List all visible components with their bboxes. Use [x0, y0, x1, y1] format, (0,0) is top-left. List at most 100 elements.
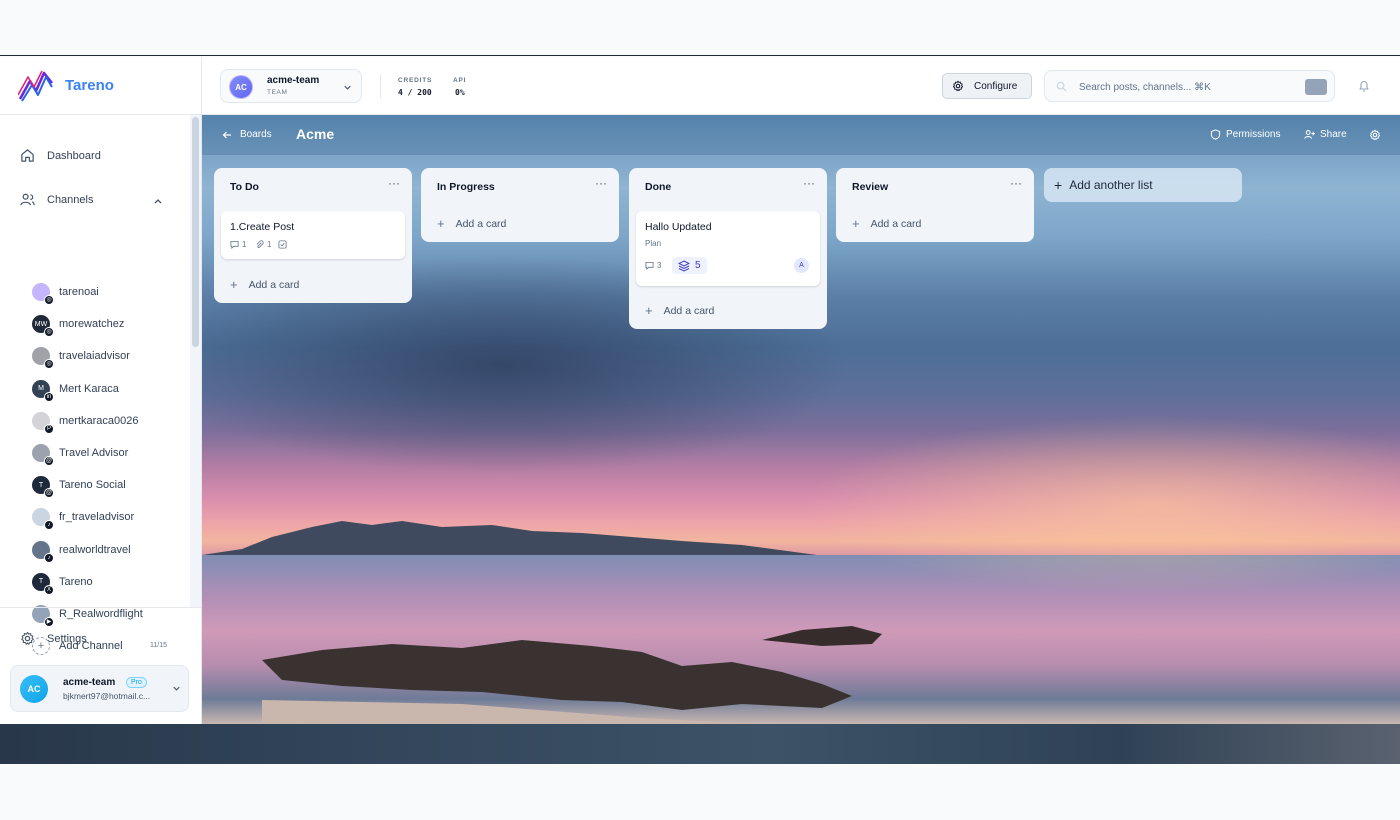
- back-label: Boards: [240, 129, 272, 140]
- channel-item[interactable]: MW ◎ morewatchez: [32, 314, 125, 338]
- sidebar-item-label: Channels: [47, 193, 94, 206]
- comment-count-value: 1: [242, 240, 247, 249]
- sidebar-item-channels[interactable]: Channels: [20, 192, 93, 207]
- permissions-button[interactable]: Permissions: [1210, 129, 1280, 140]
- channel-item[interactable]: T X Tareno: [32, 572, 93, 595]
- background-rocks: [262, 626, 882, 724]
- user-plus-icon: [1304, 130, 1315, 139]
- channel-name: Tareno: [59, 575, 93, 588]
- users-icon: [20, 193, 35, 206]
- brand-name: Tareno: [65, 77, 114, 94]
- share-button[interactable]: Share: [1304, 129, 1347, 140]
- channel-item[interactable]: Pmertkaraca0026: [32, 411, 139, 434]
- add-card-label: Add a card: [663, 304, 715, 317]
- channel-name: Tareno Social: [59, 479, 126, 492]
- list-menu-button[interactable]: ···: [388, 176, 400, 190]
- team-switcher[interactable]: AC acme-team TEAM: [220, 69, 362, 103]
- channel-avatar: ♪: [32, 508, 54, 531]
- channel-name: tarenoai: [59, 286, 99, 298]
- layers-count-value: 5: [695, 260, 701, 271]
- channel-item[interactable]: ◎ travelaiadvisor: [32, 346, 130, 370]
- search-input[interactable]: [1079, 79, 1289, 95]
- list-title: In Progress: [437, 181, 495, 193]
- channel-item[interactable]: ♪ realworldtravel: [32, 540, 131, 563]
- bell-icon[interactable]: [1358, 79, 1370, 92]
- channel-item[interactable]: @ Travel Advisor: [32, 443, 129, 466]
- user-account-card[interactable]: AC acme-team Pro bjkmert97@hotmail.c...: [10, 665, 189, 712]
- board-settings-gear-icon[interactable]: [1369, 129, 1381, 141]
- list-title: Done: [645, 181, 672, 193]
- gear-icon: [21, 631, 34, 645]
- chevron-up-icon[interactable]: [152, 195, 164, 207]
- api-value: 0%: [455, 88, 465, 97]
- list-to-do: To Do ··· 1.Create Post 1 1 + Add a card: [214, 168, 412, 303]
- paperclip-icon: [256, 240, 264, 248]
- comment-icon: [230, 240, 239, 249]
- channel-avatar: ◎: [32, 347, 54, 370]
- list-menu-button[interactable]: ···: [595, 176, 607, 190]
- list-menu-button[interactable]: ···: [803, 176, 815, 190]
- sidebar-scrollbar-thumb[interactable]: [192, 117, 199, 347]
- card-title: 1.Create Post: [230, 221, 295, 233]
- channel-item[interactable]: ♪ fr_traveladvisor: [32, 507, 134, 531]
- add-list-button[interactable]: + Add another list: [1044, 168, 1242, 202]
- channel-name: mertkaraca0026: [59, 414, 139, 427]
- channel-item[interactable]: ◎ tarenoai: [32, 282, 99, 305]
- add-card-button[interactable]: + Add a card: [230, 277, 299, 292]
- assignee-avatar[interactable]: A: [794, 258, 809, 273]
- sidebar: Tareno Dashboard Channels ◎ tarenoai MW ◎ mo…: [0, 57, 202, 724]
- plus-icon: +: [645, 303, 653, 318]
- app-window: Tareno Dashboard Channels ◎ tarenoai MW ◎ mo…: [0, 57, 1400, 724]
- layers-icon: [678, 259, 690, 272]
- threads-icon: @: [44, 456, 54, 466]
- channel-avatar: T @: [32, 476, 54, 499]
- comment-icon: [645, 261, 654, 270]
- channel-item[interactable]: T @ Tareno Social: [32, 475, 126, 499]
- add-card-button[interactable]: + Add a card: [437, 216, 506, 231]
- card-title: Hallo Updated: [645, 221, 712, 233]
- channel-avatar: TX: [32, 572, 54, 595]
- shortcut-key-badge: [1305, 79, 1327, 95]
- channel-name: morewatchez: [59, 318, 125, 331]
- permissions-label: Permissions: [1226, 129, 1281, 140]
- add-card-button[interactable]: + Add a card: [645, 303, 714, 318]
- instagram-icon: ◎: [44, 295, 54, 305]
- share-label: Share: [1320, 129, 1347, 140]
- plus-icon: +: [1054, 177, 1063, 193]
- instagram-icon: ◎: [44, 327, 54, 338]
- search-box[interactable]: [1044, 70, 1335, 102]
- tiktok-icon: ♪: [44, 552, 54, 563]
- card-hallo-updated[interactable]: Hallo Updated Plan 3 5 A: [636, 211, 820, 286]
- list-in-progress: In Progress ··· + Add a card: [421, 168, 619, 242]
- channel-name: realworldtravel: [59, 543, 131, 556]
- attachment-count: 1: [255, 240, 271, 249]
- channel-avatar: P: [32, 411, 54, 434]
- comment-count-value: 3: [657, 261, 662, 270]
- channel-item[interactable]: Min Mert Karaca: [32, 379, 119, 402]
- shield-icon: [1210, 129, 1221, 140]
- sidebar-item-dashboard[interactable]: Dashboard: [20, 148, 101, 163]
- sidebar-scroll-area: Dashboard Channels ◎ tarenoai MW ◎ morewatch…: [0, 115, 202, 655]
- comment-count: 3: [645, 261, 661, 270]
- checklist-indicator: [278, 240, 290, 249]
- channel-avatar: MW ◎: [32, 315, 54, 338]
- arrow-left-icon: [222, 131, 231, 138]
- card-create-post[interactable]: 1.Create Post 1 1: [221, 211, 405, 259]
- list-title: To Do: [230, 181, 259, 193]
- pinterest-icon: P: [44, 423, 54, 434]
- sidebar-footer: Settings AC acme-team Pro bjkmert97@hotm…: [0, 607, 202, 724]
- sidebar-item-settings[interactable]: Settings: [20, 631, 87, 646]
- channel-name: Travel Advisor: [59, 447, 129, 459]
- add-card-button[interactable]: + Add a card: [852, 216, 921, 231]
- list-menu-button[interactable]: ···: [1010, 176, 1022, 190]
- add-card-label: Add a card: [455, 217, 507, 230]
- back-to-boards-link[interactable]: Boards: [222, 129, 272, 140]
- gear-icon: [952, 80, 964, 92]
- brand[interactable]: Tareno: [0, 57, 201, 115]
- sidebar-item-label: Dashboard: [47, 149, 101, 162]
- configure-label: Configure: [974, 80, 1018, 92]
- checkbox-icon: [278, 240, 287, 249]
- configure-button[interactable]: Configure: [942, 73, 1032, 99]
- channel-name: Mert Karaca: [59, 382, 119, 395]
- tiktok-icon: ♪: [44, 520, 54, 531]
